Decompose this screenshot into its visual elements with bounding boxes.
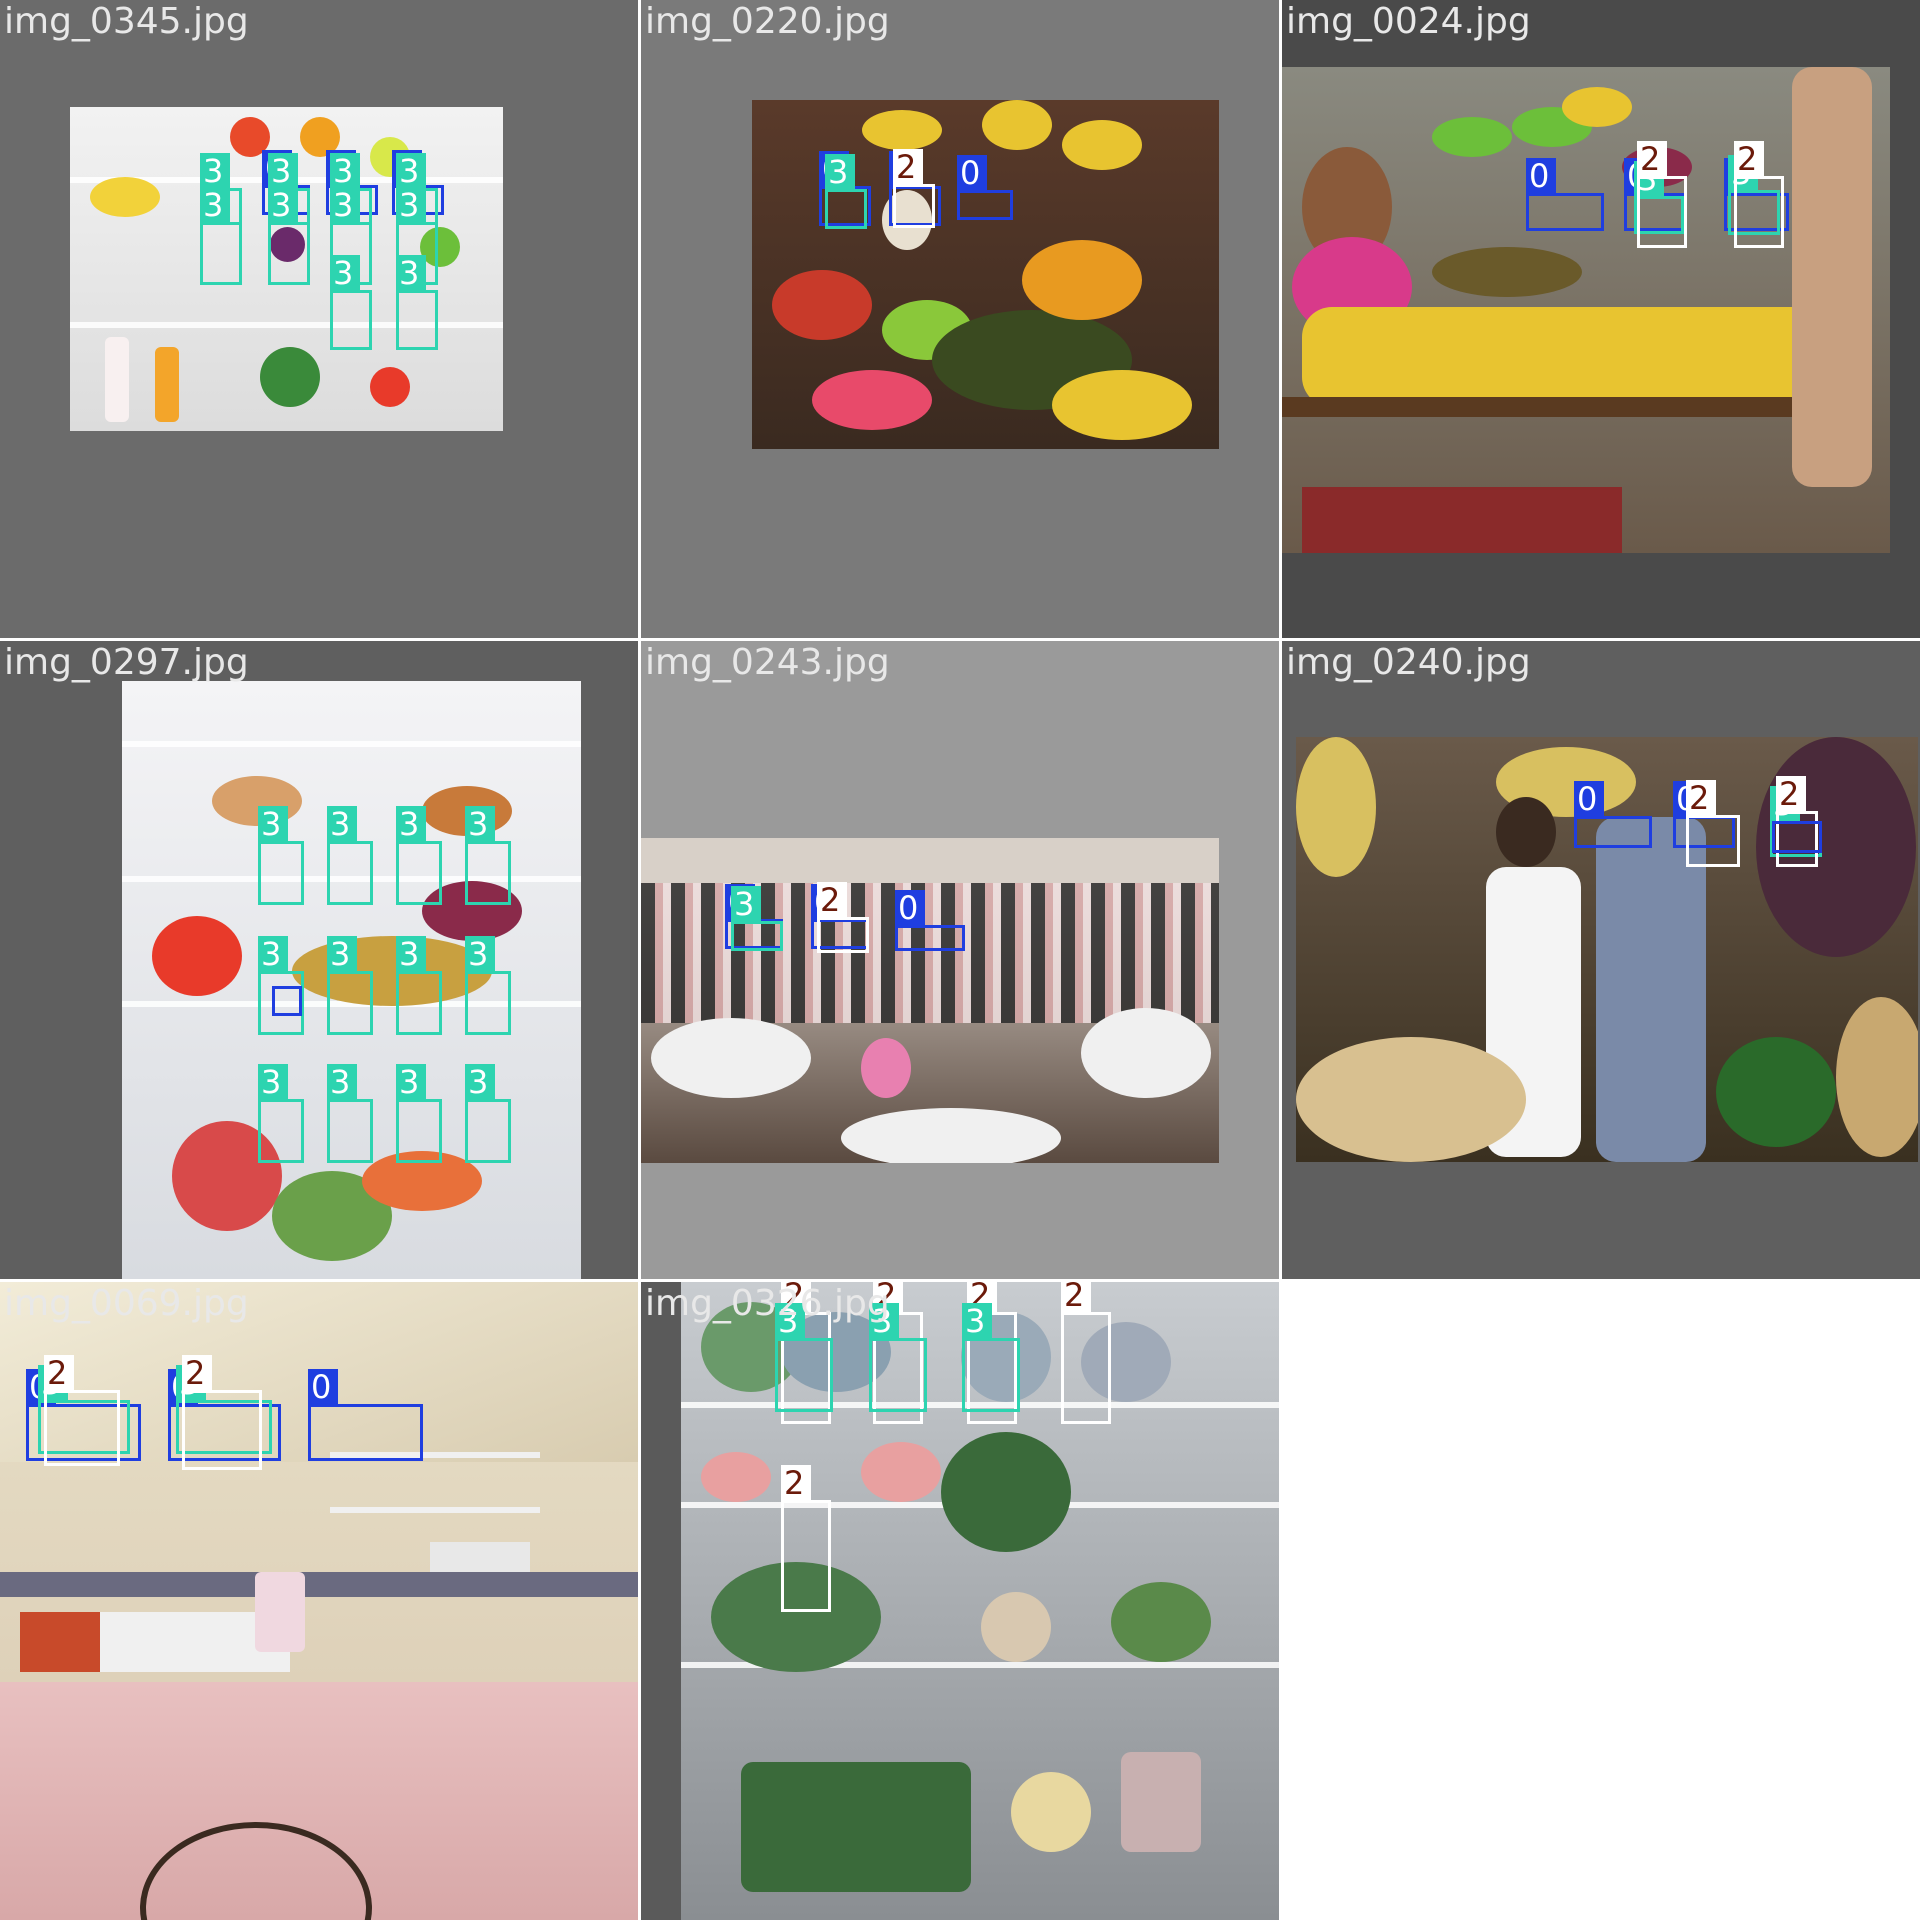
bbox-label: 3: [330, 255, 360, 291]
tile-filename: img_0024.jpg: [1286, 1, 1531, 42]
bbox-label: 3: [396, 806, 426, 842]
bbox-label: 3: [825, 154, 855, 190]
mosaic-tile: 3 3 3 3 3 3 3 3 3 3 3 3 img_0297.jpg: [0, 641, 638, 1279]
bbox-label: 2: [1734, 141, 1764, 177]
mosaic-tile: 0 3 0 2 0 img_0220.jpg: [641, 0, 1279, 638]
tile-filename: img_0326.jpg: [645, 1283, 890, 1324]
bbox-label: 3: [396, 153, 426, 189]
tile-image: [1282, 67, 1890, 553]
bbox-label: 0: [957, 155, 987, 191]
bbox-class-3: 3: [465, 1064, 511, 1163]
mosaic-tile: 0 0 3 2 0 3 2 img_0024.jpg: [1282, 0, 1920, 638]
bbox-class-3: 3: [396, 806, 442, 905]
bbox-label: 3: [327, 806, 357, 842]
bbox-class-2: 2: [1734, 141, 1784, 248]
bbox-class-2: 2: [1061, 1282, 1111, 1424]
bbox-label: 0: [308, 1369, 338, 1405]
bbox-class-3: 3: [775, 1303, 833, 1412]
bbox-class-3: 3: [258, 1064, 304, 1163]
bbox-class-0: 0: [1526, 158, 1604, 231]
bbox-label: 3: [465, 936, 495, 972]
bbox-label: 3: [268, 187, 298, 223]
tile-filename: img_0297.jpg: [4, 642, 249, 683]
mosaic-tile: 3 3 0 3 3 0 3 3 3 0 3 3 3 img_0345.jpg: [0, 0, 638, 638]
mosaic-tile: 0 0 2 3 2 img_0240.jpg: [1282, 641, 1920, 1279]
bbox-label: 3: [731, 886, 761, 922]
bbox-label: 3: [268, 153, 298, 189]
bbox-label: 3: [327, 936, 357, 972]
bbox-label: 3: [465, 1064, 495, 1100]
bbox-class-3: 3: [465, 806, 511, 905]
bbox-class-3: 3: [825, 154, 867, 229]
tile-image: [1296, 737, 1918, 1162]
bbox-label: 3: [327, 1064, 357, 1100]
bbox-class-3: 3: [962, 1303, 1020, 1412]
bbox-label: 3: [465, 806, 495, 842]
bbox-label: 3: [330, 153, 360, 189]
bbox-class-3: 3: [465, 936, 511, 1035]
bbox-label: 0: [1526, 158, 1556, 194]
mosaic-tile: 0 3 2 0 3 2 0 img_0069.jpg: [0, 1282, 638, 1920]
bbox-label: 3: [396, 936, 426, 972]
bbox-label: 2: [817, 882, 847, 918]
bbox-label: 2: [182, 1355, 212, 1391]
bbox-class-0: 0: [308, 1369, 423, 1461]
bbox-class-2: 2: [1686, 780, 1740, 867]
bbox-class-3: 3: [396, 1064, 442, 1163]
bbox-class-0: [272, 986, 302, 1016]
bbox-label: 3: [200, 153, 230, 189]
bbox-label: 3: [330, 187, 360, 223]
bbox-label: 3: [258, 936, 288, 972]
bbox-class-0: 0: [1574, 781, 1652, 848]
bbox-class-2: 2: [817, 882, 869, 953]
bbox-class-3: 3: [327, 1064, 373, 1163]
bbox-label: 3: [396, 1064, 426, 1100]
tile-filename: img_0243.jpg: [645, 642, 890, 683]
bbox-label: 2: [1061, 1282, 1091, 1313]
bbox-class-3: 3: [330, 255, 372, 350]
bbox-label: 3: [396, 187, 426, 223]
bbox-class-2: 2: [781, 1465, 831, 1612]
bbox-class-0: [1772, 821, 1822, 853]
bbox-class-3: 3: [268, 187, 310, 285]
tile-filename: img_0345.jpg: [4, 1, 249, 42]
bbox-class-0: 0: [957, 155, 1013, 220]
bbox-class-2: 2: [182, 1355, 262, 1470]
bbox-class-3: 3: [396, 936, 442, 1035]
bbox-class-2: 2: [1637, 141, 1687, 248]
bbox-class-3: 3: [258, 806, 304, 905]
bbox-label: 0: [895, 890, 925, 926]
bbox-label: 2: [781, 1465, 811, 1501]
bbox-label: 3: [396, 255, 426, 291]
bbox-label: 2: [1686, 780, 1716, 816]
bbox-label: 3: [200, 187, 230, 223]
tile-filename: img_0240.jpg: [1286, 642, 1531, 683]
bbox-class-0: 0: [895, 890, 965, 951]
bbox-label: 2: [1776, 776, 1806, 812]
bbox-label: 2: [44, 1355, 74, 1391]
bbox-label: 2: [893, 149, 923, 185]
bbox-class-3: 3: [731, 886, 783, 951]
mosaic-tile: 0 3 0 2 0 img_0243.jpg: [641, 641, 1279, 1279]
bbox-label: 0: [1574, 781, 1604, 817]
bbox-label: 3: [258, 1064, 288, 1100]
mosaic-tile: 2 3 2 3 2 3 2 2 img_0326.jpg: [641, 1282, 1279, 1920]
tile-filename: img_0069.jpg: [4, 1283, 249, 1324]
bbox-class-3: 3: [327, 806, 373, 905]
bbox-class-2: 2: [44, 1355, 120, 1466]
tile-filename: img_0220.jpg: [645, 1, 890, 42]
bbox-label: 3: [258, 806, 288, 842]
bbox-class-3: 3: [327, 936, 373, 1035]
bbox-label: 2: [1637, 141, 1667, 177]
bbox-class-2: 2: [893, 149, 935, 228]
bbox-class-3: 3: [396, 255, 438, 350]
bbox-class-3: 3: [869, 1303, 927, 1412]
bbox-label: 3: [962, 1303, 992, 1339]
bbox-class-3: 3: [200, 187, 242, 285]
